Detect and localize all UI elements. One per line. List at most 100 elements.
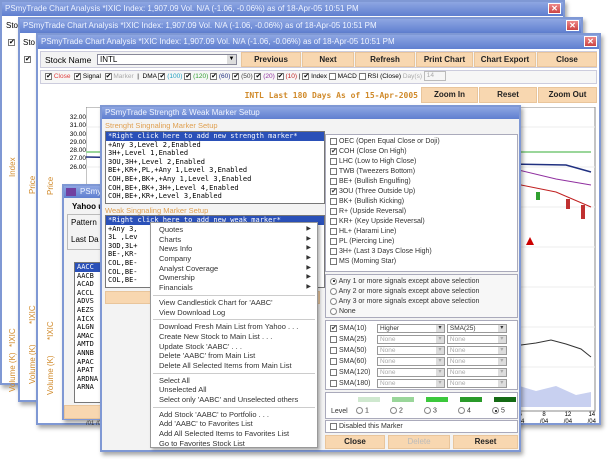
any-option-radio[interactable] — [330, 307, 337, 315]
previous-button[interactable]: Previous — [241, 52, 301, 67]
disabled-marker-checkbox[interactable] — [330, 422, 337, 430]
level-radio[interactable] — [492, 407, 499, 414]
any-option-radio[interactable] — [330, 287, 337, 295]
dma-checkbox[interactable]: ✔ — [254, 72, 262, 80]
menu-item[interactable]: Select All — [151, 376, 317, 386]
marker-delete-button[interactable]: Delete — [388, 435, 450, 449]
title-bar[interactable]: PSmyTrade Chart Analysis *IXIC Index: 1,… — [20, 19, 581, 33]
print-chart-button[interactable]: Print Chart — [416, 52, 473, 67]
sma-target-select[interactable]: None — [446, 335, 507, 344]
menu-item[interactable]: Company ▶ — [151, 254, 317, 264]
marker-list-item[interactable]: COH,BE+,BK+,3H+,Level 4,Enabled — [106, 184, 324, 193]
pattern-checkbox[interactable]: ✔ — [330, 147, 337, 155]
macd-checkbox[interactable] — [328, 72, 336, 80]
zoom-out-button[interactable]: Zoom Out — [538, 87, 597, 103]
pattern-checkbox[interactable] — [330, 137, 337, 145]
sma-checkbox[interactable] — [330, 358, 337, 365]
level-radio[interactable] — [356, 407, 363, 414]
pattern-checkbox[interactable] — [330, 207, 337, 215]
sma-target-select[interactable]: None — [446, 357, 507, 366]
menu-item[interactable]: Analyst Coverage ▶ — [151, 264, 317, 274]
menu-item[interactable]: News Info ▶ — [151, 244, 317, 254]
menu-item[interactable]: Delete 'AABC' from Main List — [151, 351, 317, 361]
menu-item[interactable]: Financials ▶ — [151, 283, 317, 293]
menu-item[interactable]: Unselected All — [151, 385, 317, 395]
sma-checkbox[interactable] — [330, 380, 337, 387]
sma-target-select[interactable]: SMA(25) — [446, 324, 507, 333]
pattern-checkbox[interactable]: ✔ — [330, 187, 337, 195]
close-checkbox[interactable]: ✔ — [45, 72, 52, 80]
level-option[interactable]: 4 — [458, 407, 471, 414]
title-bar[interactable]: PSmyTrade Strength & Weak Marker Setup — [102, 107, 519, 119]
title-bar[interactable]: PSmyTrade Chart Analysis *IXIC Index: 1,… — [38, 35, 599, 49]
index-checkbox[interactable]: ✔ — [302, 72, 310, 80]
dma-checkbox[interactable]: ✔ — [158, 72, 166, 80]
close-button[interactable]: Close — [537, 52, 597, 67]
level-option[interactable]: 1 — [356, 407, 369, 414]
menu-item[interactable]: Delete All Selected Items from Main List — [151, 361, 317, 371]
days-spinner[interactable]: 14 — [423, 71, 446, 82]
sma-checkbox[interactable]: ✔ — [330, 325, 337, 332]
stock-name-combo[interactable]: INTL ▼ — [97, 54, 237, 65]
level-radio[interactable] — [458, 407, 465, 414]
close-icon[interactable]: ✕ — [584, 36, 597, 47]
menu-item[interactable]: Add Stock 'AABC' to Portfolio . . . — [151, 410, 317, 420]
chevron-down-icon[interactable]: ▼ — [227, 55, 236, 64]
next-button[interactable]: Next — [302, 52, 354, 67]
sma-condition-select[interactable]: None — [376, 346, 445, 355]
reset-zoom-button[interactable]: Reset — [479, 87, 537, 103]
menu-item[interactable]: Go to Favorites Stock List — [151, 439, 317, 449]
pattern-checkbox[interactable] — [330, 247, 337, 255]
level-option[interactable]: 2 — [390, 407, 403, 414]
sma-checkbox[interactable] — [330, 369, 337, 376]
dma-checkbox[interactable]: ✔ — [184, 72, 192, 80]
dma-checkbox[interactable]: ✔ — [232, 72, 240, 80]
level-option[interactable]: 3 — [424, 407, 437, 414]
close-icon[interactable]: ✕ — [548, 3, 561, 14]
menu-item[interactable]: Quotes ▶ — [151, 225, 317, 235]
sma-target-select[interactable]: None — [446, 368, 507, 377]
pattern-checkbox[interactable] — [330, 257, 337, 265]
checkbox[interactable]: ✔ — [24, 56, 31, 63]
menu-item[interactable]: Create New Stock to Main List . . . — [151, 332, 317, 342]
any-option-radio[interactable] — [330, 277, 337, 285]
pattern-checkbox[interactable] — [330, 197, 337, 205]
menu-item[interactable]: View Download Log — [151, 308, 317, 318]
any-option-radio[interactable] — [330, 297, 337, 305]
marker-reset-button[interactable]: Reset — [453, 435, 518, 449]
pattern-checkbox[interactable] — [330, 157, 337, 165]
marker-checkbox[interactable]: ✔ — [104, 72, 112, 80]
title-bar[interactable]: PSmyTrade Chart Analysis *IXIC Index: 1,… — [2, 2, 563, 16]
menu-item[interactable]: View Candlestick Chart for 'AABC' — [151, 298, 317, 308]
dma-checkbox[interactable]: ✔ — [210, 72, 218, 80]
sma-condition-select[interactable]: None — [376, 357, 445, 366]
marker-list-item[interactable]: +Any 3,Level 2,Enabled — [106, 141, 324, 150]
sma-target-select[interactable]: None — [446, 346, 507, 355]
checkbox[interactable]: ✔ — [8, 39, 15, 46]
sma-checkbox[interactable] — [330, 347, 337, 354]
level-radio[interactable] — [424, 407, 431, 414]
pattern-checkbox[interactable] — [330, 167, 337, 175]
sma-checkbox[interactable] — [330, 336, 337, 343]
pattern-checkbox[interactable] — [330, 217, 337, 225]
signal-checkbox[interactable]: ✔ — [74, 72, 82, 80]
dma-checkbox[interactable]: ✔ — [276, 72, 284, 80]
rsi-checkbox[interactable] — [358, 72, 366, 80]
marker-close-button[interactable]: Close — [325, 435, 385, 449]
marker-list-item[interactable]: 3H+,Level 1,Enabled — [106, 149, 324, 158]
level-option[interactable]: 5 — [492, 407, 505, 414]
pattern-checkbox[interactable] — [330, 227, 337, 235]
chart-export-button[interactable]: Chart Export — [474, 52, 536, 67]
menu-item[interactable]: Add 'AABC' to Favorites List — [151, 419, 317, 429]
menu-item[interactable]: Ownership ▶ — [151, 273, 317, 283]
marker-list-item[interactable]: *Right click here to add new strength ma… — [106, 132, 324, 141]
marker-list-item[interactable]: 3OU,3H+,Level 2,Enabled — [106, 158, 324, 167]
sma-condition-select[interactable]: None — [376, 379, 445, 388]
close-icon[interactable]: ✕ — [566, 20, 579, 31]
marker-list-item[interactable]: COH,BE+,KR+,Level 3,Enabled — [106, 192, 324, 201]
level-radio[interactable] — [390, 407, 397, 414]
menu-item[interactable]: Add All Selected Items to Favorites List — [151, 429, 317, 439]
marker-list-item[interactable]: COH,BE+,BK+,+Any 1,Level 3,Enabled — [106, 175, 324, 184]
menu-item[interactable]: Download Fresh Main List from Yahoo . . … — [151, 322, 317, 332]
menu-item[interactable]: Update Stock 'AABC' . . . — [151, 342, 317, 352]
